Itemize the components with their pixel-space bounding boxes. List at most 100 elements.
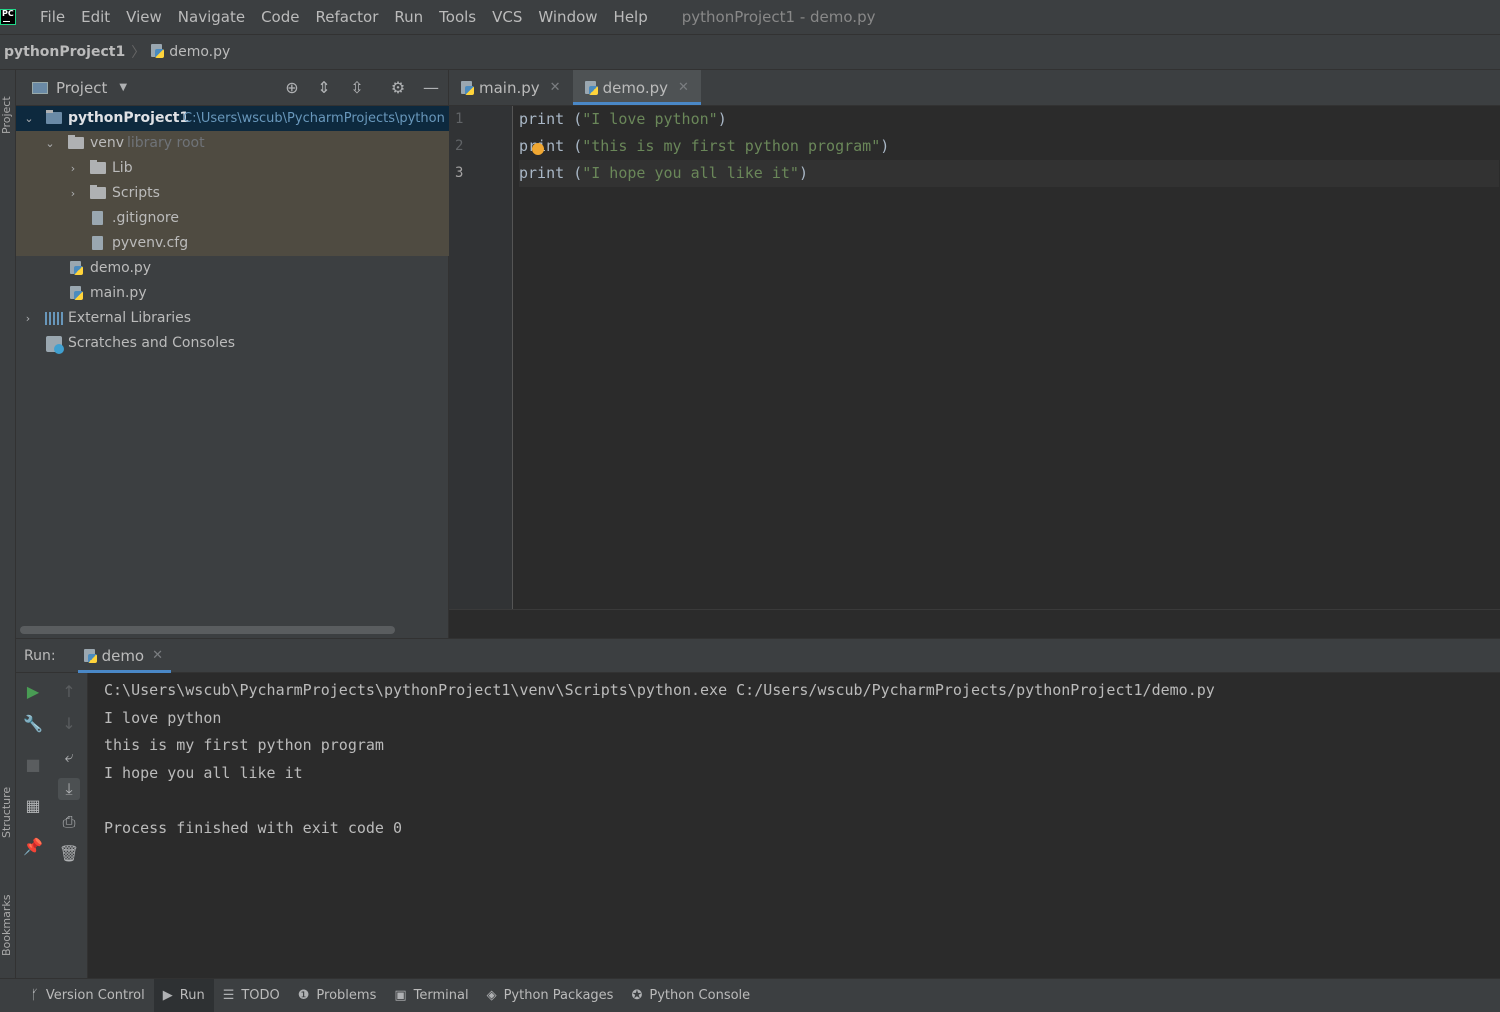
print-icon[interactable]: ⎙: [58, 811, 80, 833]
layout-icon[interactable]: ▦: [22, 795, 44, 817]
chevron-down-icon[interactable]: ⌄: [44, 131, 56, 156]
close-icon[interactable]: ✕: [678, 80, 689, 95]
line-number: 1: [455, 111, 464, 127]
run-tab-demo[interactable]: demo ✕: [77, 639, 172, 673]
tab-label: demo.py: [602, 78, 669, 97]
tree-item-label: venv: [90, 135, 125, 151]
tool-python-packages[interactable]: ◈ Python Packages: [478, 979, 623, 1012]
tool-terminal[interactable]: ▣ Terminal: [385, 979, 477, 1012]
tool-python-console[interactable]: ✪ Python Console: [622, 979, 759, 1012]
tree-item-label: Lib: [112, 160, 133, 176]
tree-item-label: pythonProject1: [68, 110, 190, 126]
stop-icon[interactable]: ■: [22, 754, 44, 776]
code-line[interactable]: print ("this is my first python program"…: [519, 133, 1499, 160]
bookmarks-tool-button[interactable]: Bookmarks: [0, 876, 16, 956]
rerun-icon[interactable]: ▶: [22, 681, 44, 703]
code-line-current[interactable]: print ("I hope you all like it"): [519, 160, 1499, 187]
pycharm-logo-icon[interactable]: [0, 9, 16, 25]
locate-target-icon[interactable]: ⊕: [283, 79, 301, 97]
collapse-all-icon[interactable]: ⇳: [348, 79, 366, 97]
run-label: Run:: [24, 647, 56, 664]
tree-item-label: External Libraries: [68, 310, 191, 326]
tree-item-demo[interactable]: demo.py: [16, 256, 449, 281]
breadcrumb-file[interactable]: demo.py: [151, 44, 230, 60]
editor-footer: [449, 609, 1500, 638]
tool-label: Python Console: [649, 988, 751, 1003]
code-function: print: [519, 110, 565, 128]
hide-panel-icon[interactable]: —: [422, 79, 440, 97]
code-area[interactable]: print ("I love python") print ("this is …: [519, 106, 1499, 187]
tree-item-label: Scripts: [112, 185, 160, 201]
arrow-down-icon[interactable]: ↓: [58, 713, 80, 735]
menu-view[interactable]: View: [118, 0, 170, 35]
tree-item-label: main.py: [90, 285, 147, 301]
expand-all-icon[interactable]: ⇕: [315, 79, 333, 97]
tree-item-project-root[interactable]: ⌄ pythonProject1 C:\Users\wscub\PycharmP…: [16, 106, 449, 131]
code-paren: ): [880, 137, 890, 155]
tool-version-control[interactable]: ᚶ Version Control: [22, 979, 154, 1012]
chevron-right-icon[interactable]: ›: [67, 181, 79, 206]
pin-icon[interactable]: 📌: [22, 836, 44, 858]
console-output[interactable]: C:\Users\wscub\PycharmProjects\pythonPro…: [104, 677, 1215, 842]
menu-tools[interactable]: Tools: [431, 0, 484, 35]
tab-main-py[interactable]: main.py ✕: [449, 70, 573, 105]
close-icon[interactable]: ✕: [550, 80, 561, 95]
menu-file[interactable]: File: [32, 0, 73, 35]
menu-edit[interactable]: Edit: [73, 0, 118, 35]
project-view-icon: [32, 81, 48, 94]
close-icon[interactable]: ✕: [152, 648, 163, 663]
menu-code[interactable]: Code: [253, 0, 307, 35]
intention-bulb-icon[interactable]: [532, 143, 544, 155]
structure-tool-button[interactable]: Structure: [0, 768, 16, 838]
tool-run[interactable]: ▶ Run: [153, 978, 214, 1012]
tree-item-scratches[interactable]: Scratches and Consoles: [16, 331, 449, 356]
config-file-icon: [92, 236, 103, 250]
code-line[interactable]: print ("I love python"): [519, 106, 1499, 133]
arrow-up-icon[interactable]: ↑: [58, 681, 80, 703]
python-file-icon: [584, 80, 599, 95]
menu-run[interactable]: Run: [386, 0, 431, 35]
breadcrumb-project[interactable]: pythonProject1: [4, 44, 125, 60]
tool-todo[interactable]: ☰ TODO: [214, 979, 289, 1012]
trash-icon[interactable]: 🗑: [58, 843, 80, 865]
menu-navigate[interactable]: Navigate: [170, 0, 253, 35]
scroll-to-end-icon[interactable]: ⤓: [58, 778, 80, 800]
chevron-down-icon[interactable]: ⌄: [23, 106, 35, 131]
left-tool-strip: Project Structure Bookmarks: [0, 70, 16, 978]
tree-item-external-libraries[interactable]: › External Libraries: [16, 306, 449, 331]
folder-icon: [90, 185, 106, 199]
tree-item-pyvenv[interactable]: pyvenv.cfg: [16, 231, 449, 256]
tree-item-scripts[interactable]: › Scripts: [16, 181, 449, 206]
project-tool-button[interactable]: Project: [0, 74, 16, 134]
run-toolbar: ▶ 🔧 ■ ▦ 📌 ↑ ↓ ⤶ ⤓ ⎙ 🗑: [16, 673, 88, 979]
tree-item-path: C:\Users\wscub\PycharmProjects\python: [183, 111, 445, 126]
python-icon: [83, 648, 98, 663]
horizontal-scrollbar[interactable]: [20, 626, 395, 634]
chevron-down-icon[interactable]: ▼: [119, 82, 127, 93]
menu-refactor[interactable]: Refactor: [307, 0, 386, 35]
chevron-right-icon[interactable]: ›: [22, 306, 34, 331]
tab-label: main.py: [479, 78, 540, 97]
code-string: "I love python": [582, 110, 718, 128]
menu-window[interactable]: Window: [530, 0, 605, 35]
tree-item-lib[interactable]: › Lib: [16, 156, 449, 181]
code-string: "I hope you all like it": [582, 164, 799, 182]
menu-vcs[interactable]: VCS: [484, 0, 530, 35]
tree-item-main[interactable]: main.py: [16, 281, 449, 306]
soft-wrap-icon[interactable]: ⤶: [58, 746, 80, 768]
menu-bar: File Edit View Navigate Code Refactor Ru…: [0, 0, 1500, 35]
chevron-right-icon[interactable]: ›: [67, 156, 79, 181]
gear-icon[interactable]: ⚙: [389, 79, 407, 97]
project-panel: Project ▼ ⊕ ⇕ ⇳ ⚙ — ⌄ pythonProject1 C:\…: [16, 70, 449, 638]
packages-icon: ◈: [486, 988, 497, 1003]
menu-help[interactable]: Help: [606, 0, 656, 35]
tool-problems[interactable]: ❶ Problems: [289, 979, 386, 1012]
tree-item-gitignore[interactable]: .gitignore: [16, 206, 449, 231]
project-view-selector[interactable]: Project: [56, 79, 107, 97]
line-number-gutter: 1 2 3: [449, 106, 513, 609]
tree-item-venv[interactable]: ⌄ venv library root: [16, 131, 449, 156]
tab-demo-py[interactable]: demo.py ✕: [572, 70, 702, 105]
wrench-icon[interactable]: 🔧: [22, 713, 44, 735]
code-paren: ): [717, 110, 727, 128]
